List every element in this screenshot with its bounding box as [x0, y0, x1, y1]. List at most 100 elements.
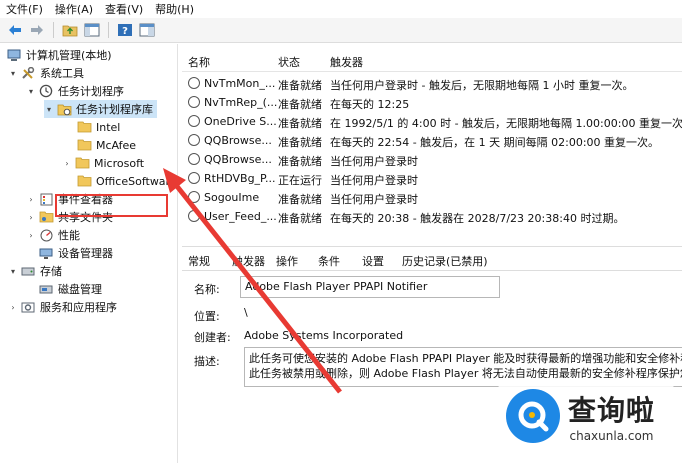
- task-name: RtHDVBg_P...: [204, 172, 276, 185]
- name-field[interactable]: Adobe Flash Player PPAPI Notifier: [240, 276, 500, 298]
- tab-general[interactable]: 常规: [188, 253, 210, 269]
- properties-button[interactable]: [138, 21, 156, 39]
- collapsed-chevron-icon[interactable]: ›: [26, 195, 36, 204]
- task-status: 准备就绪: [278, 212, 322, 225]
- author-label: 创建者:: [194, 331, 231, 344]
- collapsed-chevron-icon[interactable]: ›: [8, 303, 18, 312]
- task-row[interactable]: NvTmMon_... 准备就绪 当任何用户登录时 - 触发后，无限期地每隔 1 小…: [182, 74, 682, 93]
- detail-tabs: 常规 触发器 操作 条件 设置 历史记录(已禁用): [182, 247, 682, 271]
- folder-icon: [74, 156, 90, 170]
- task-clock-icon: [188, 134, 200, 146]
- tree-item-system-tools[interactable]: ▾ 系统工具: [8, 64, 84, 82]
- tree-item-storage[interactable]: ▾ 存储: [8, 262, 62, 280]
- task-row[interactable]: SogouIme 准备就绪 当任何用户登录时: [182, 188, 682, 207]
- task-row[interactable]: QQBrowse... 准备就绪 在每天的 22:54 - 触发后，在 1 天 期间…: [182, 131, 682, 150]
- menu-action[interactable]: 操作(A): [49, 1, 99, 17]
- task-row[interactable]: OneDrive S... 准备就绪在 1992/5/1 的 4:00 时 - 触…: [182, 112, 682, 131]
- toolbar-separator: [108, 22, 109, 38]
- expanded-chevron-icon[interactable]: ▾: [44, 105, 54, 114]
- help-button[interactable]: ?: [116, 21, 134, 39]
- tree-item-task-scheduler[interactable]: ▾ 任务计划程序: [26, 82, 124, 100]
- task-clock-icon: [188, 172, 200, 184]
- watermark-cn: 查询啦: [568, 394, 656, 427]
- collapsed-chevron-icon[interactable]: ›: [26, 213, 36, 222]
- description-line: 此任务可使您安装的 Adobe Flash PPAPI Player 能及时获得…: [249, 352, 682, 365]
- column-header-name[interactable]: 名称: [188, 54, 210, 70]
- collapsed-chevron-icon[interactable]: ›: [62, 159, 72, 168]
- task-row[interactable]: User_Feed_... 准备就绪 在每天的 20:38 - 触发器在 2028/…: [182, 207, 682, 226]
- task-status: 正在运行: [278, 174, 322, 187]
- task-row[interactable]: QQBrowse... 准备就绪 当任何用户登录时: [182, 150, 682, 169]
- menu-help[interactable]: 帮助(H): [149, 1, 200, 17]
- task-name: QQBrowse...: [204, 153, 272, 166]
- folder-icon: [76, 120, 92, 134]
- tree-item-officesoftware[interactable]: OfficeSoftware: [74, 172, 177, 190]
- task-row[interactable]: NvTmRep_(... 准备就绪 在每天的 12:25: [182, 93, 682, 112]
- task-row[interactable]: RtHDVBg_P... 正在运行 当任何用户登录时: [182, 169, 682, 188]
- tree-item-services-apps[interactable]: › 服务和应用程序: [8, 298, 117, 316]
- task-trigger: 当任何用户登录时 - 触发后，无限期地每隔 1 小时 重复一次。: [330, 79, 634, 92]
- tab-history[interactable]: 历史记录(已禁用): [402, 253, 488, 269]
- menu-view[interactable]: 查看(V): [99, 1, 149, 17]
- computer-management-window: 文件(F) 操作(A) 查看(V) 帮助(H) ? 计算机管理(本地) ▾ 系统…: [0, 0, 682, 463]
- toolbar: ?: [0, 18, 682, 43]
- tab-actions[interactable]: 操作: [276, 253, 298, 269]
- tab-conditions[interactable]: 条件: [318, 253, 340, 269]
- clock-icon: [38, 84, 54, 98]
- expanded-chevron-icon[interactable]: ▾: [8, 69, 18, 78]
- back-arrow-icon: [9, 25, 21, 35]
- task-clock-icon: [188, 210, 200, 222]
- task-clock-icon: [188, 153, 200, 165]
- location-label: 位置:: [194, 310, 220, 323]
- task-trigger: 在每天的 20:38 - 触发器在 2028/7/23 20:38:40 时过期…: [330, 212, 625, 225]
- tab-triggers[interactable]: 触发器: [232, 253, 265, 269]
- tree-label: 存储: [40, 265, 62, 278]
- services-icon: [20, 300, 36, 314]
- task-clock-icon: [188, 96, 200, 108]
- tree-label: 任务计划程序库: [76, 103, 153, 116]
- help-icon: ?: [118, 24, 132, 37]
- task-list-header: 名称 状态 触发器: [182, 50, 682, 72]
- task-name: OneDrive S...: [204, 115, 277, 128]
- tab-settings[interactable]: 设置: [362, 253, 384, 269]
- collapsed-chevron-icon[interactable]: ›: [26, 231, 36, 240]
- tree-item-performance[interactable]: › 性能: [26, 226, 80, 244]
- tree-item-intel[interactable]: Intel: [74, 118, 120, 136]
- column-header-trigger[interactable]: 触发器: [330, 54, 363, 70]
- task-clock-icon: [188, 115, 200, 127]
- expanded-chevron-icon[interactable]: ▾: [8, 267, 18, 276]
- back-button[interactable]: [6, 21, 24, 39]
- menu-file[interactable]: 文件(F): [0, 1, 49, 17]
- description-label: 描述:: [194, 355, 220, 368]
- library-folder-icon: [56, 102, 72, 116]
- up-folder-button[interactable]: [61, 21, 79, 39]
- task-trigger: 当任何用户登录时: [330, 193, 418, 206]
- tree-item-microsoft[interactable]: › Microsoft: [62, 154, 144, 172]
- author-value: Adobe Systems Incorporated: [244, 329, 404, 342]
- tree-item-mcafee[interactable]: McAfee: [74, 136, 136, 154]
- watermark-en: chaxunla.com: [569, 429, 654, 443]
- forward-button[interactable]: [28, 21, 46, 39]
- task-list: 名称 状态 触发器 NvTmMon_... 准备就绪 当任何用户登录时 - 触发后，…: [182, 50, 682, 238]
- column-header-status[interactable]: 状态: [278, 54, 300, 70]
- task-clock-icon: [188, 191, 200, 203]
- menu-bar: 文件(F) 操作(A) 查看(V) 帮助(H): [0, 0, 682, 18]
- watermark-logo-icon: [506, 389, 560, 443]
- event-viewer-icon: [38, 192, 54, 206]
- expanded-chevron-icon[interactable]: ▾: [26, 87, 36, 96]
- task-name: NvTmMon_...: [204, 77, 276, 90]
- console-tree-icon: [84, 23, 100, 37]
- tree-label: 系统工具: [40, 67, 84, 80]
- tree-label: 计算机管理(本地): [26, 49, 112, 62]
- tree-item-disk-management[interactable]: 磁盘管理: [36, 280, 102, 298]
- tree-item-device-manager[interactable]: 设备管理器: [36, 244, 113, 262]
- tree-label: Microsoft: [94, 156, 145, 170]
- computer-management-icon: [6, 48, 22, 62]
- highlight-box: [55, 194, 168, 217]
- show-hide-tree-button[interactable]: [83, 21, 101, 39]
- tree-item-task-library[interactable]: ▾ 任务计划程序库: [44, 100, 157, 118]
- tree-label: 磁盘管理: [58, 283, 102, 296]
- task-name: SogouIme: [204, 191, 260, 204]
- tree-item-root[interactable]: 计算机管理(本地): [4, 46, 112, 64]
- tree-label: 服务和应用程序: [40, 301, 117, 314]
